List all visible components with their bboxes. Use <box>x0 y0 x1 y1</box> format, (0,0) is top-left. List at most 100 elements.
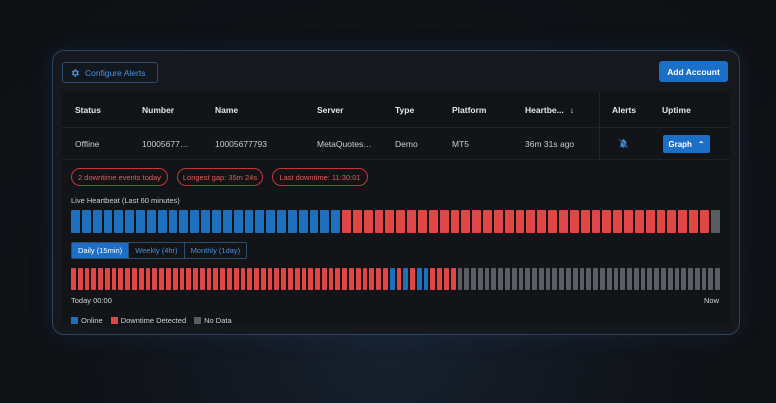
downtime-bar[interactable] <box>437 268 442 290</box>
downtime-bar[interactable] <box>369 268 375 290</box>
downtime-bar[interactable] <box>342 268 348 290</box>
no-data-bar[interactable] <box>593 268 598 290</box>
downtime-bar[interactable] <box>385 210 395 233</box>
downtime-bar[interactable] <box>483 210 492 233</box>
no-data-bar[interactable] <box>654 268 659 290</box>
no-data-bar[interactable] <box>627 268 632 290</box>
online-bar[interactable] <box>125 210 135 233</box>
online-bar[interactable] <box>277 210 286 233</box>
downtime-bar[interactable] <box>430 268 436 290</box>
downtime-bar[interactable] <box>580 210 590 233</box>
downtime-bar[interactable] <box>439 210 449 233</box>
downtime-bar[interactable] <box>84 268 90 290</box>
online-bar[interactable] <box>331 210 341 233</box>
no-data-bar[interactable] <box>681 268 687 290</box>
no-data-bar[interactable] <box>688 268 693 290</box>
downtime-bar[interactable] <box>301 268 307 290</box>
no-data-bar[interactable] <box>579 268 585 290</box>
downtime-bar[interactable] <box>443 268 449 290</box>
downtime-bar[interactable] <box>308 268 314 290</box>
no-data-bar[interactable] <box>484 268 490 290</box>
no-data-bar[interactable] <box>559 268 565 290</box>
downtime-bar[interactable] <box>352 210 362 233</box>
col-heartbeat[interactable]: Heartbe... ↓ <box>525 105 574 115</box>
col-name[interactable]: Name <box>215 105 238 115</box>
no-data-bar[interactable] <box>710 210 720 233</box>
downtime-bar[interactable] <box>260 268 266 290</box>
downtime-bar[interactable] <box>281 268 286 290</box>
no-data-bar[interactable] <box>715 268 720 290</box>
downtime-bar[interactable] <box>132 268 137 290</box>
no-data-bar[interactable] <box>538 268 544 290</box>
downtime-bar[interactable] <box>193 268 198 290</box>
downtime-bar[interactable] <box>634 210 644 233</box>
online-bar[interactable] <box>179 210 189 233</box>
col-status[interactable]: Status <box>75 105 101 115</box>
online-bar[interactable] <box>403 268 409 290</box>
downtime-bar[interactable] <box>77 268 83 290</box>
col-server[interactable]: Server <box>317 105 343 115</box>
downtime-bar[interactable] <box>165 268 171 290</box>
add-account-button[interactable]: Add Account <box>659 61 728 82</box>
downtime-bar[interactable] <box>624 210 633 233</box>
downtime-bar[interactable] <box>548 210 557 233</box>
downtime-bar[interactable] <box>213 268 219 290</box>
downtime-bar[interactable] <box>98 268 103 290</box>
downtime-bar[interactable] <box>472 210 482 233</box>
no-data-bar[interactable] <box>457 268 463 290</box>
no-data-bar[interactable] <box>694 268 700 290</box>
downtime-bar[interactable] <box>591 210 601 233</box>
tab-monthly[interactable]: Monthly (1day) <box>185 243 247 258</box>
downtime-bar[interactable] <box>407 210 416 233</box>
no-data-bar[interactable] <box>498 268 503 290</box>
downtime-bar[interactable] <box>288 268 293 290</box>
online-bar[interactable] <box>255 210 265 233</box>
table-row[interactable]: Offline 10005677… 10005677793 MetaQuotes… <box>62 128 730 160</box>
no-data-bar[interactable] <box>572 268 578 290</box>
no-data-bar[interactable] <box>647 268 653 290</box>
tab-weekly[interactable]: Weekly (4hr) <box>129 243 185 258</box>
online-bar[interactable] <box>157 210 167 233</box>
configure-alerts-button[interactable]: Configure Alerts <box>62 62 158 83</box>
downtime-bar[interactable] <box>159 268 164 290</box>
downtime-bar[interactable] <box>145 268 151 290</box>
col-uptime[interactable]: Uptime <box>662 105 691 115</box>
no-data-bar[interactable] <box>525 268 531 290</box>
bell-off-icon[interactable] <box>618 138 629 149</box>
online-bar[interactable] <box>320 210 330 233</box>
no-data-bar[interactable] <box>566 268 571 290</box>
downtime-bar[interactable] <box>152 268 158 290</box>
no-data-bar[interactable] <box>674 268 680 290</box>
downtime-bar[interactable] <box>240 268 246 290</box>
sort-down-icon[interactable]: ↓ <box>570 105 574 115</box>
online-bar[interactable] <box>211 210 221 233</box>
downtime-bar[interactable] <box>71 268 76 290</box>
online-bar[interactable] <box>201 210 210 233</box>
downtime-bar[interactable] <box>656 210 666 233</box>
online-bar[interactable] <box>266 210 276 233</box>
downtime-bar[interactable] <box>493 210 503 233</box>
online-bar[interactable] <box>92 210 102 233</box>
downtime-bar[interactable] <box>382 268 388 290</box>
downtime-bar[interactable] <box>91 268 97 290</box>
online-bar[interactable] <box>423 268 429 290</box>
online-bar[interactable] <box>103 210 113 233</box>
no-data-bar[interactable] <box>511 268 517 290</box>
downtime-bar[interactable] <box>125 268 131 290</box>
downtime-bar[interactable] <box>699 210 709 233</box>
no-data-bar[interactable] <box>620 268 626 290</box>
downtime-bar[interactable] <box>206 268 212 290</box>
no-data-bar[interactable] <box>532 268 537 290</box>
downtime-bar[interactable] <box>374 210 384 233</box>
downtime-bar[interactable] <box>537 210 547 233</box>
no-data-bar[interactable] <box>606 268 612 290</box>
tab-daily[interactable]: Daily (15min) <box>72 243 130 258</box>
no-data-bar[interactable] <box>660 268 666 290</box>
no-data-bar[interactable] <box>477 268 483 290</box>
downtime-bar[interactable] <box>138 268 144 290</box>
no-data-bar[interactable] <box>640 268 646 290</box>
downtime-bar[interactable] <box>396 210 406 233</box>
no-data-bar[interactable] <box>471 268 476 290</box>
online-bar[interactable] <box>114 210 124 233</box>
downtime-bar[interactable] <box>461 210 471 233</box>
